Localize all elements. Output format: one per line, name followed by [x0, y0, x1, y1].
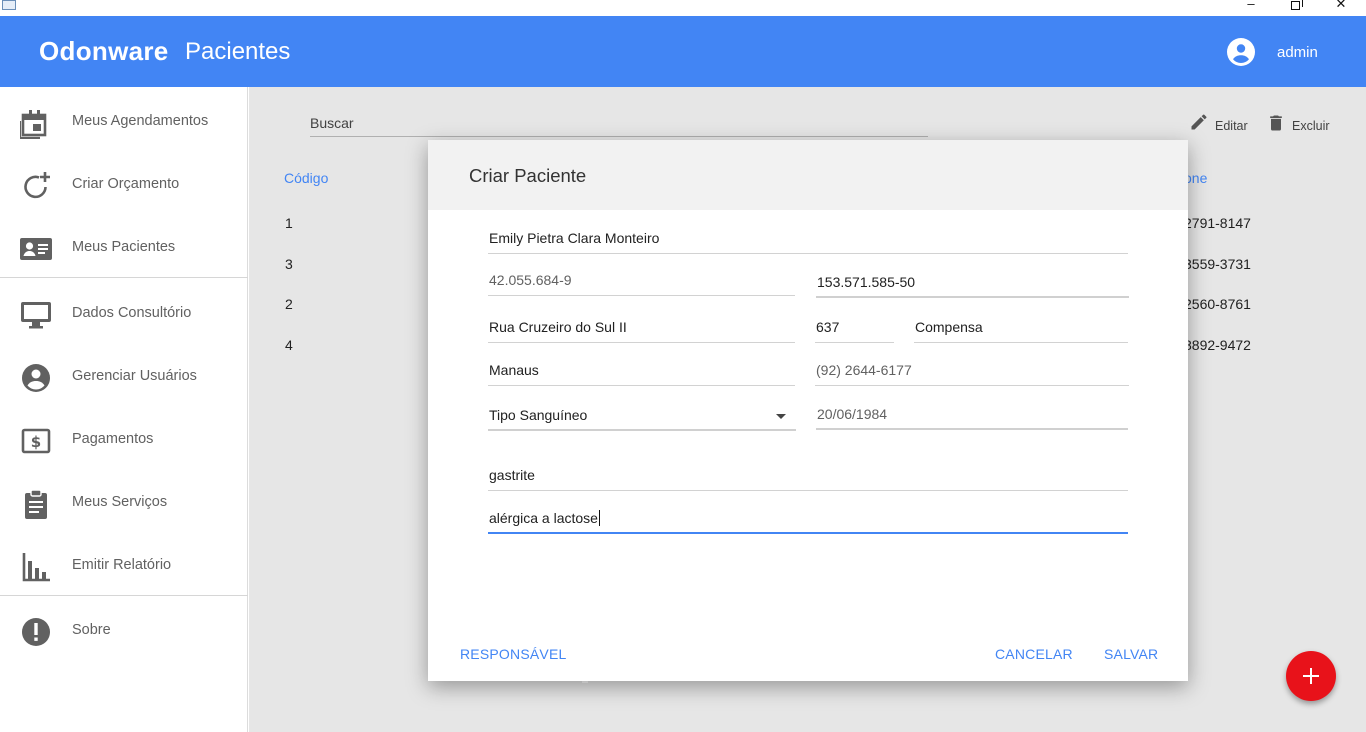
- cpf-field[interactable]: 153.571.585-50: [816, 272, 1129, 298]
- trash-icon: [1270, 115, 1282, 131]
- dropdown-arrow-icon: [776, 414, 786, 419]
- dialog-title: Criar Paciente: [469, 165, 587, 186]
- table-cell-phone: 2560-8761: [1184, 296, 1251, 312]
- city-field[interactable]: Manaus: [488, 360, 795, 386]
- bar-chart-icon: [22, 553, 50, 582]
- monitor-icon: [21, 302, 51, 329]
- table-cell-code: 2: [285, 296, 293, 312]
- name-field[interactable]: Emily Pietra Clara Monteiro: [488, 228, 1128, 254]
- account-circle-icon[interactable]: [1227, 38, 1255, 66]
- calendar-icon: [20, 110, 47, 139]
- table-cell-code: 3: [285, 256, 293, 272]
- phone-value: (92) 2644-6177: [816, 362, 912, 378]
- blood-type-select[interactable]: Tipo Sanguíneo: [488, 405, 796, 431]
- sidebar-item-label: Criar Orçamento: [72, 176, 180, 192]
- sidebar-item-consultorio[interactable]: Dados Consultório: [0, 287, 248, 337]
- svg-text:$: $: [31, 433, 41, 451]
- restore-icon: [1290, 0, 1303, 10]
- street-value: Rua Cruzeiro do Sul II: [489, 319, 627, 335]
- birth-date-value: 20/06/1984: [817, 406, 888, 422]
- delete-button[interactable]: Excluir: [1266, 112, 1346, 138]
- sidebar: Meus Agendamentos Criar Orçamento Meus P…: [0, 87, 248, 732]
- sidebar-item-label: Dados Consultório: [72, 305, 192, 321]
- text-cursor: [598, 510, 600, 526]
- sidebar-item-label: Sobre: [72, 622, 111, 638]
- sidebar-item-agendamentos[interactable]: Meus Agendamentos: [0, 95, 248, 145]
- street-field[interactable]: Rua Cruzeiro do Sul II: [488, 317, 795, 343]
- window-titlebar: – ✕: [0, 0, 1366, 16]
- sidebar-divider: [0, 277, 248, 278]
- table-cell-phone: 2791-8147: [1184, 215, 1251, 231]
- sidebar-item-label: Gerenciar Usuários: [72, 368, 197, 384]
- save-button[interactable]: SALVAR: [1104, 646, 1158, 662]
- pencil-icon: [1191, 114, 1207, 130]
- column-header-code[interactable]: Código: [284, 170, 328, 186]
- notes-1-value: gastrite: [489, 467, 535, 483]
- notes-2-text: alérgica a lactose: [489, 510, 598, 526]
- edit-label: Editar: [1215, 119, 1248, 133]
- sidebar-item-orcamento[interactable]: Criar Orçamento: [0, 158, 248, 208]
- sidebar-item-pacientes[interactable]: Meus Pacientes: [0, 221, 248, 271]
- notes-2-value: alérgica a lactose: [489, 510, 600, 526]
- notes-field-1[interactable]: gastrite: [488, 465, 1128, 491]
- city-value: Manaus: [489, 362, 539, 378]
- app-brand: Odonware: [39, 36, 169, 66]
- add-patient-button[interactable]: [1286, 651, 1336, 701]
- sidebar-item-label: Meus Serviços: [72, 494, 168, 510]
- district-value: Compensa: [915, 319, 983, 335]
- minimize-button[interactable]: –: [1240, 0, 1262, 13]
- page-title: Pacientes: [185, 38, 291, 65]
- name-value: Emily Pietra Clara Monteiro: [489, 230, 660, 246]
- account-icon: [22, 364, 50, 392]
- plus-icon: [1303, 668, 1319, 684]
- district-field[interactable]: Compensa: [914, 317, 1128, 343]
- table-cell-phone: 8892-9472: [1184, 337, 1251, 353]
- sidebar-item-label: Meus Agendamentos: [72, 113, 209, 129]
- sidebar-item-label: Emitir Relatório: [72, 557, 172, 573]
- table-cell-code: 4: [285, 337, 293, 353]
- birth-date-field[interactable]: 20/06/1984: [816, 404, 1128, 430]
- create-patient-dialog: Criar Paciente Emily Pietra Clara Montei…: [428, 140, 1188, 681]
- sidebar-item-relatorio[interactable]: Emitir Relatório: [0, 539, 248, 589]
- app-bar: Odonware Pacientes admin: [0, 16, 1366, 87]
- info-alert-icon: [22, 618, 50, 646]
- dollar-icon: $: [21, 428, 51, 454]
- sidebar-item-servicos[interactable]: Meus Serviços: [0, 476, 248, 526]
- user-name[interactable]: admin: [1277, 44, 1318, 61]
- patient-card-icon: [20, 238, 52, 260]
- notes-field-2[interactable]: alérgica a lactose: [488, 508, 1128, 534]
- sidebar-item-label: Pagamentos: [72, 431, 154, 447]
- number-value: 637: [816, 319, 840, 335]
- rg-field[interactable]: 42.055.684-9: [488, 270, 795, 296]
- close-window-button[interactable]: ✕: [1330, 0, 1352, 13]
- phone-field[interactable]: (92) 2644-6177: [815, 360, 1129, 386]
- sidebar-item-pagamentos[interactable]: $ Pagamentos: [0, 413, 248, 463]
- sidebar-divider: [0, 595, 248, 596]
- add-circle-icon: [24, 172, 50, 199]
- maximize-button[interactable]: [1284, 0, 1306, 13]
- sidebar-item-usuarios[interactable]: Gerenciar Usuários: [0, 350, 248, 400]
- sidebar-item-sobre[interactable]: Sobre: [0, 604, 248, 654]
- cancel-button[interactable]: CANCELAR: [995, 646, 1073, 662]
- clipboard-icon: [25, 489, 47, 519]
- delete-label: Excluir: [1292, 119, 1330, 133]
- edit-button[interactable]: Editar: [1189, 112, 1249, 138]
- app-window-icon: [2, 0, 16, 10]
- sidebar-item-label: Meus Pacientes: [72, 239, 176, 255]
- search-input[interactable]: Buscar: [310, 115, 928, 137]
- table-cell-code: 1: [285, 215, 293, 231]
- blood-type-value: Tipo Sanguíneo: [489, 407, 588, 423]
- table-cell-phone: 3559-3731: [1184, 256, 1251, 272]
- number-field[interactable]: 637: [815, 317, 894, 343]
- rg-value: 42.055.684-9: [489, 272, 572, 288]
- cpf-value: 153.571.585-50: [817, 274, 916, 290]
- dialog-header: Criar Paciente: [428, 140, 1188, 210]
- responsible-button[interactable]: RESPONSÁVEL: [460, 646, 566, 662]
